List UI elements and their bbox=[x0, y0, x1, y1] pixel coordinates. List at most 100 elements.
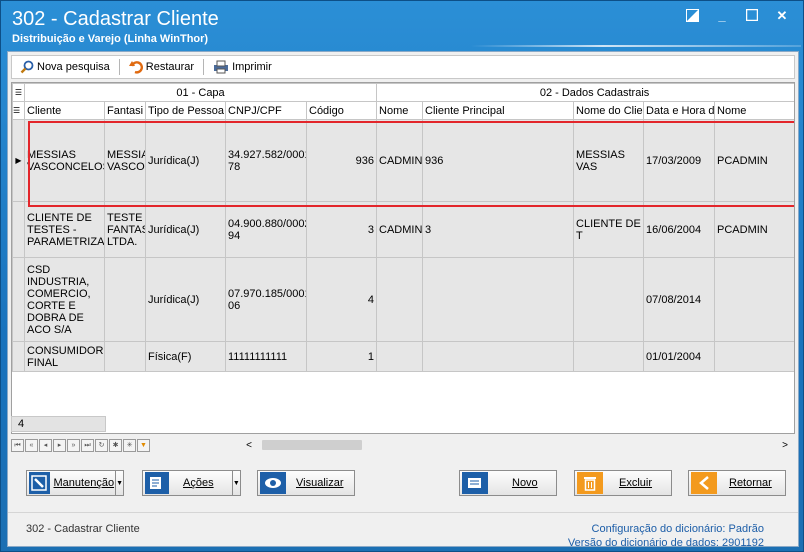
col-header-nome-2[interactable]: Nome bbox=[714, 101, 794, 120]
column-menu-icon[interactable]: ☰ bbox=[12, 101, 25, 120]
chevron-down-icon[interactable]: ▼ bbox=[231, 471, 240, 495]
insert-icon[interactable]: ✱ bbox=[109, 438, 122, 452]
cell-cliente[interactable]: CONSUMIDOR FINAL bbox=[24, 341, 105, 372]
cell-data-hora[interactable]: 16/06/2004 bbox=[643, 201, 716, 258]
new-button[interactable]: Novo bbox=[459, 470, 557, 496]
scroll-left-icon[interactable]: < bbox=[242, 440, 256, 451]
delete-button[interactable]: Excluir bbox=[574, 470, 672, 496]
back-button[interactable]: Retornar bbox=[688, 470, 786, 496]
cell-codigo[interactable]: 4 bbox=[305, 257, 378, 342]
col-header-cnpj-cpf[interactable]: CNPJ/CPF bbox=[225, 101, 307, 120]
cell-tipo[interactable]: Jurídica(J) bbox=[145, 257, 226, 342]
restore-button[interactable]: Restaurar bbox=[125, 57, 198, 77]
cell-data-hora[interactable]: 01/01/2004 bbox=[643, 341, 716, 372]
cell-fantasia[interactable] bbox=[104, 257, 146, 342]
cell-nome-2[interactable] bbox=[714, 257, 794, 342]
cell-cliente-principal[interactable]: 936 bbox=[422, 119, 575, 202]
cell-nome[interactable]: CADMIN bbox=[376, 119, 424, 202]
actions-button[interactable]: Ações ▼ bbox=[142, 470, 241, 496]
cell-codigo[interactable]: 3 bbox=[305, 201, 378, 258]
cell-cnpj[interactable]: 04.900.880/0002-94 bbox=[225, 201, 307, 258]
cell-codigo[interactable]: 936 bbox=[305, 119, 378, 202]
col-header-data-hora[interactable]: Data e Hora d bbox=[643, 101, 716, 120]
table-row[interactable]: CSD INDUSTRIA, COMERCIO, CORTE E DOBRA D… bbox=[12, 257, 794, 342]
view-button[interactable]: Visualizar bbox=[257, 470, 355, 496]
scroll-thumb[interactable] bbox=[262, 440, 362, 450]
print-button[interactable]: Imprimir bbox=[209, 57, 276, 77]
cell-tipo[interactable]: Física(F) bbox=[145, 341, 226, 372]
cell-cnpj[interactable]: 34.927.582/0001-78 bbox=[225, 119, 307, 202]
restore-layout-icon[interactable] bbox=[685, 9, 699, 23]
cell-nome-2[interactable]: PCADMIN bbox=[714, 201, 794, 258]
table-row[interactable]: CLIENTE DE TESTES - PARAMETRIZACAO TESTE… bbox=[12, 201, 794, 258]
new-search-button[interactable]: Nova pesquisa bbox=[16, 57, 114, 77]
cell-data-hora[interactable]: 17/03/2009 bbox=[643, 119, 716, 202]
column-menu-icon[interactable]: ☰ bbox=[12, 83, 25, 102]
cell-cliente[interactable]: CSD INDUSTRIA, COMERCIO, CORTE E DOBRA D… bbox=[24, 257, 105, 342]
title-bar[interactable]: 302 - Cadastrar Cliente Distribuição e V… bbox=[1, 1, 803, 51]
refresh-icon[interactable]: ↻ bbox=[95, 438, 108, 452]
cell-cnpj[interactable]: 07.970.185/0001-06 bbox=[225, 257, 307, 342]
cell-codigo[interactable]: 1 bbox=[305, 341, 378, 372]
scroll-right-icon[interactable]: > bbox=[778, 440, 792, 451]
prior-record-icon[interactable]: ◂ bbox=[39, 438, 52, 452]
delete-record-icon[interactable]: ✳ bbox=[123, 438, 136, 452]
col-header-tipo-pessoa[interactable]: Tipo de Pessoa bbox=[145, 101, 226, 120]
cell-fantasia[interactable]: TESTE FANTASIA LTDA. bbox=[104, 201, 146, 258]
restore-label: Restaurar bbox=[145, 61, 195, 73]
next-record-icon[interactable]: ▸ bbox=[53, 438, 66, 452]
cell-nome-2[interactable]: PCADMIN bbox=[714, 119, 794, 202]
close-icon[interactable]: ✕ bbox=[775, 9, 789, 23]
chevron-down-icon[interactable]: ▼ bbox=[115, 471, 123, 495]
horizontal-scrollbar[interactable]: < > bbox=[242, 438, 792, 452]
table-row[interactable]: CONSUMIDOR FINAL Física(F) 11111111111 1… bbox=[12, 341, 794, 372]
cell-nome-cliente[interactable]: MESSIAS VAS bbox=[573, 119, 645, 202]
minimize-icon[interactable]: _ bbox=[715, 9, 729, 23]
cell-data-hora[interactable]: 07/08/2014 bbox=[643, 257, 716, 342]
new-record-icon bbox=[462, 472, 488, 494]
actions-icon bbox=[145, 472, 170, 494]
cell-nome[interactable]: CADMIN bbox=[376, 201, 424, 258]
cell-nome[interactable] bbox=[376, 257, 424, 342]
col-header-codigo[interactable]: Código bbox=[305, 101, 378, 120]
first-page-icon[interactable]: ⏮ bbox=[11, 438, 24, 452]
app-window: 302 - Cadastrar Cliente Distribuição e V… bbox=[0, 0, 804, 552]
cell-tipo[interactable]: Jurídica(J) bbox=[145, 201, 226, 258]
client-grid[interactable]: ☰ 01 - Capa 02 - Dados Cadastrais ☰ Clie… bbox=[11, 82, 795, 434]
print-label: Imprimir bbox=[232, 61, 272, 73]
next-page-icon[interactable]: » bbox=[67, 438, 80, 452]
maximize-icon[interactable] bbox=[745, 8, 759, 23]
actions-label: Ações bbox=[183, 477, 214, 489]
col-header-cliente[interactable]: Cliente bbox=[24, 101, 105, 120]
cell-fantasia[interactable] bbox=[104, 341, 146, 372]
new-search-label: Nova pesquisa bbox=[37, 61, 110, 73]
cell-tipo[interactable]: Jurídica(J) bbox=[145, 119, 226, 202]
scroll-track[interactable] bbox=[256, 439, 778, 451]
cell-cliente[interactable]: CLIENTE DE TESTES - PARAMETRIZACAO bbox=[24, 201, 105, 258]
cell-cliente-principal[interactable] bbox=[422, 257, 575, 342]
client-area: Nova pesquisa Restaurar Imprimir ☰ 01 - … bbox=[7, 51, 799, 549]
cell-cliente[interactable]: MESSIAS VASCONCELOS bbox=[24, 119, 105, 202]
col-header-nome-cliente[interactable]: Nome do Clier bbox=[573, 101, 645, 120]
filter-icon[interactable]: ▼ bbox=[137, 438, 150, 452]
prior-page-icon[interactable]: « bbox=[25, 438, 38, 452]
cell-cnpj[interactable]: 11111111111 bbox=[225, 341, 307, 372]
table-row[interactable]: ▶ MESSIAS VASCONCELOS MESSIAS VASCONCELO… bbox=[12, 119, 794, 202]
cell-nome-2[interactable] bbox=[714, 341, 794, 372]
col-header-nome[interactable]: Nome bbox=[376, 101, 424, 120]
window-controls: _ ✕ bbox=[685, 9, 789, 23]
row-indicator bbox=[12, 341, 25, 372]
cell-nome[interactable] bbox=[376, 341, 424, 372]
cell-nome-cliente[interactable] bbox=[573, 341, 645, 372]
col-header-cliente-principal[interactable]: Cliente Principal bbox=[422, 101, 575, 120]
cell-cliente-principal[interactable]: 3 bbox=[422, 201, 575, 258]
last-page-icon[interactable]: ⏭ bbox=[81, 438, 94, 452]
col-header-fantasia[interactable]: Fantasi bbox=[104, 101, 146, 120]
band-dados-cadastrais: 02 - Dados Cadastrais bbox=[376, 83, 794, 102]
window-title: 302 - Cadastrar Cliente bbox=[12, 8, 219, 30]
cell-fantasia[interactable]: MESSIAS VASCONCELOS bbox=[104, 119, 146, 202]
cell-nome-cliente[interactable]: CLIENTE DE T bbox=[573, 201, 645, 258]
cell-cliente-principal[interactable] bbox=[422, 341, 575, 372]
cell-nome-cliente[interactable] bbox=[573, 257, 645, 342]
maintenance-button[interactable]: Manutenção ▼ bbox=[26, 470, 124, 496]
